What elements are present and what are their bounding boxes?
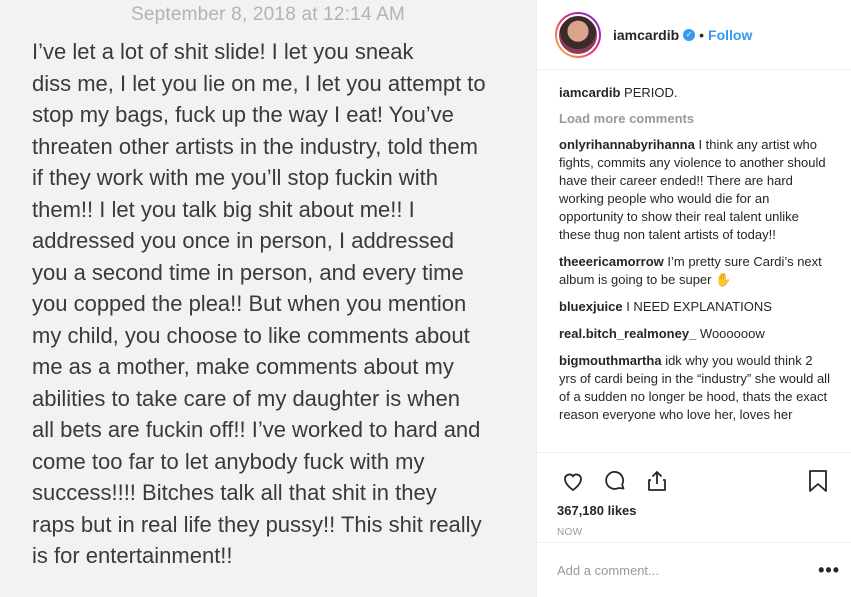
post-header: iamcardib ✓ • Follow [537, 0, 851, 70]
more-options-icon[interactable]: ••• [818, 560, 840, 581]
follow-button[interactable]: Follow [708, 27, 752, 43]
post-side-panel: iamcardib ✓ • Follow iamcardib PERIOD. L… [536, 0, 851, 597]
load-more-comments-button[interactable]: Load more comments [559, 111, 833, 126]
comment-text: I think any artist who fights, commits a… [559, 137, 826, 242]
comment-input[interactable]: Add a comment... [557, 563, 818, 578]
list-item: onlyrihannabyrihanna I think any artist … [559, 136, 833, 244]
caption-username[interactable]: iamcardib [559, 85, 620, 100]
list-item: real.bitch_realmoney_ Woooooow [559, 325, 833, 343]
post-image: September 8, 2018 at 12:14 AM I’ve let a… [0, 0, 536, 597]
comment-text: I NEED EXPLANATIONS [626, 299, 772, 314]
comment-username[interactable]: theeericamorrow [559, 254, 664, 269]
comment-username[interactable]: bluexjuice [559, 299, 623, 314]
note-date: September 8, 2018 at 12:14 AM [130, 4, 406, 25]
post-actions: 367,180 likes NOW [537, 452, 851, 538]
note-text: I’ve let a lot of shit slide! I let you … [32, 39, 486, 568]
post-timestamp[interactable]: NOW [557, 527, 834, 538]
list-item: theeericamorrow I’m pretty sure Cardi’s … [559, 253, 833, 289]
list-item: bluexjuice I NEED EXPLANATIONS [559, 298, 833, 316]
header-username[interactable]: iamcardib [613, 27, 679, 43]
heart-icon[interactable] [557, 465, 589, 497]
avatar-image [557, 13, 599, 56]
comment-username[interactable]: bigmouthmartha [559, 353, 662, 368]
comment-username[interactable]: onlyrihannabyrihanna [559, 137, 695, 152]
comment-bubble-icon[interactable] [599, 465, 631, 497]
comments-list: iamcardib PERIOD. Load more comments onl… [537, 70, 851, 424]
share-icon[interactable] [641, 465, 673, 497]
likes-count[interactable]: 367,180 likes [557, 503, 834, 518]
verified-badge-icon: ✓ [683, 28, 696, 41]
caption: iamcardib PERIOD. [559, 84, 833, 102]
add-comment-bar: Add a comment... ••• [537, 542, 851, 597]
caption-text: PERIOD. [624, 85, 678, 100]
comment-text: Woooooow [699, 326, 765, 341]
comment-username[interactable]: real.bitch_realmoney_ [559, 326, 696, 341]
list-item: bigmouthmartha idk why you would think 2… [559, 352, 833, 424]
bookmark-icon[interactable] [802, 465, 834, 497]
avatar[interactable] [555, 11, 601, 58]
separator-dot: • [699, 26, 705, 43]
